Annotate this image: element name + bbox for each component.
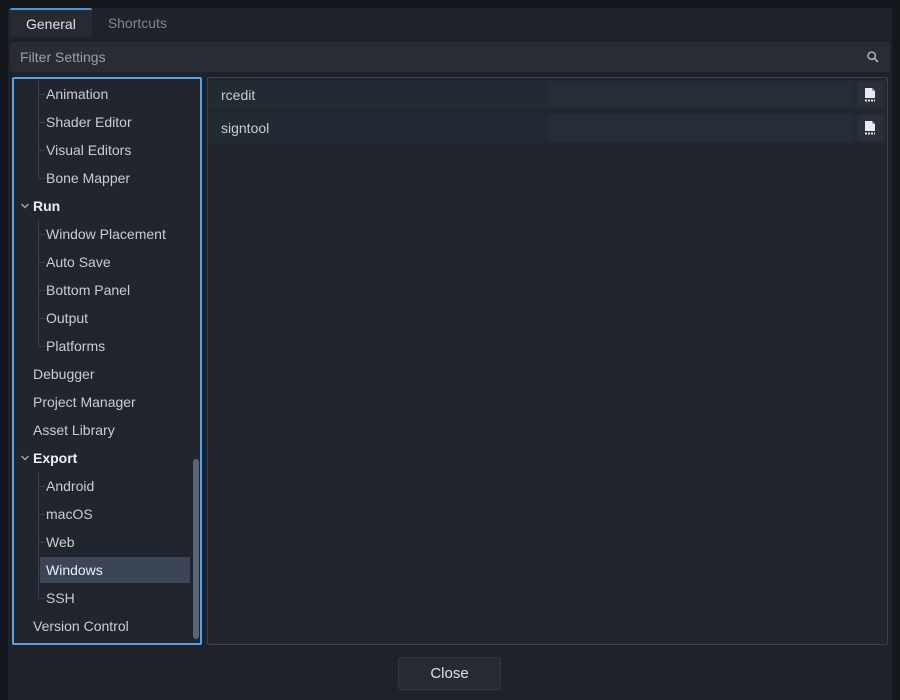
search-icon [866,50,880,64]
tree-item-platforms[interactable]: Platforms [14,332,200,360]
tree-item-windows[interactable]: Windows [14,556,200,584]
tree-item-bottom-panel[interactable]: Bottom Panel [14,276,200,304]
tree-item-shader-editor[interactable]: Shader Editor [14,108,200,136]
tree-item-debugger[interactable]: Debugger [14,360,200,388]
tree-item-version-control[interactable]: Version Control [14,612,200,640]
tab-shortcuts[interactable]: Shortcuts [92,8,183,37]
setting-label: signtool [209,120,269,136]
tree-item-export[interactable]: Export [14,444,200,472]
editor-settings-dialog: General Shortcuts Filter Settings Animat… [8,8,892,700]
tree-item-output[interactable]: Output [14,304,200,332]
filter-settings-input[interactable]: Filter Settings [10,42,890,72]
tree-item-bone-mapper[interactable]: Bone Mapper [14,164,200,192]
file-browse-icon [862,120,878,136]
settings-tree: Animation Shader Editor Visual Editors B… [12,77,202,645]
rcedit-browse-button[interactable] [857,82,883,108]
chevron-down-icon[interactable] [19,452,31,464]
tree-item-web[interactable]: Web [14,528,200,556]
setting-row-signtool: signtool [209,113,886,143]
setting-row-rcedit: rcedit [209,80,886,110]
tree-item-project-manager[interactable]: Project Manager [14,388,200,416]
tree-item-animation[interactable]: Animation [14,80,200,108]
tab-general-label: General [26,16,76,32]
tree-scrollbar-thumb[interactable] [193,459,199,639]
close-button-label: Close [430,665,468,682]
setting-label: rcedit [209,87,255,103]
tree-item-android[interactable]: Android [14,472,200,500]
rcedit-path-input[interactable] [548,82,853,108]
tree-item-run[interactable]: Run [14,192,200,220]
tree-item-macos[interactable]: macOS [14,500,200,528]
signtool-path-input[interactable] [548,115,853,141]
tab-general[interactable]: General [10,8,92,37]
tab-shortcuts-label: Shortcuts [108,15,167,31]
file-browse-icon [862,87,878,103]
tab-bar: General Shortcuts [10,8,183,37]
signtool-browse-button[interactable] [857,115,883,141]
tree-item-window-placement[interactable]: Window Placement [14,220,200,248]
chevron-down-icon[interactable] [19,200,31,212]
tree-item-visual-editors[interactable]: Visual Editors [14,136,200,164]
filter-placeholder: Filter Settings [20,49,866,65]
tree-item-ssh[interactable]: SSH [14,584,200,612]
settings-panel: rcedit signtool [207,77,888,645]
close-button[interactable]: Close [398,657,501,690]
tree-item-asset-library[interactable]: Asset Library [14,416,200,444]
tree-item-auto-save[interactable]: Auto Save [14,248,200,276]
